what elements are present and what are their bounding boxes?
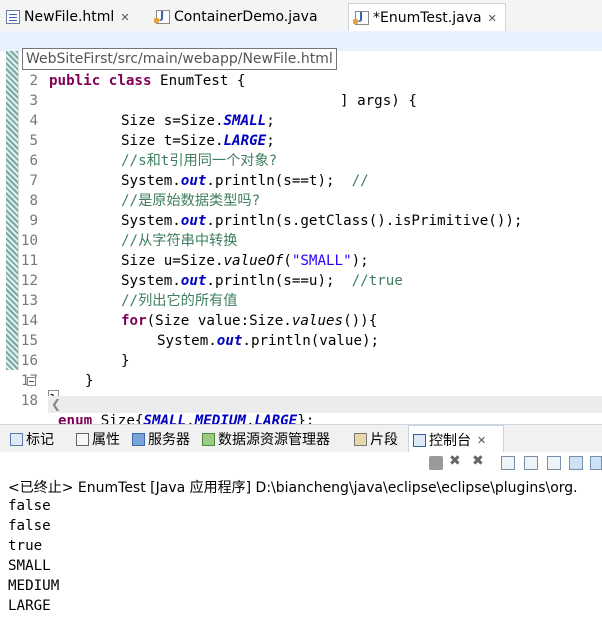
horizontal-scrollbar[interactable]: ❮ [48,396,602,413]
console-line: false [8,498,51,514]
tab-newfile-html[interactable]: NewFile.html ✕ [0,4,130,30]
close-icon[interactable]: ✕ [477,434,486,447]
scroll-lock-icon[interactable] [524,456,538,470]
snippets-icon [354,432,367,446]
tab-properties[interactable]: 属性 [72,425,120,453]
hover-tooltip: WebSiteFirst/src/main/webapp/NewFile.htm… [22,48,337,70]
view-tab-bar: 标记 属性 服务器 数据源资源管理器 片段 控制台 ✕ [0,424,602,454]
code-line[interactable]: 18 enum Size{SMALL,MEDIUM,LARGE}; [0,371,602,429]
close-icon[interactable]: ✕ [488,12,497,25]
java-file-icon [353,10,369,25]
code-line[interactable]: 16 } [0,331,602,389]
console-icon [413,433,426,447]
tab-containerdemo-java[interactable]: ContainerDemo.java [150,4,318,30]
code-line[interactable]: 4 Size t=Size.LARGE; [0,91,602,149]
markers-icon [10,432,23,446]
fold-toggle-icon[interactable] [27,377,36,386]
terminate-icon[interactable] [429,456,443,470]
close-icon[interactable]: ✕ [120,11,129,24]
code-line[interactable]: 17 } [0,351,602,412]
tab-servers[interactable]: 服务器 [128,425,190,453]
code-line[interactable]: 8 System.out.println(s.getClass().isPrim… [0,171,602,229]
data-source-icon [202,432,215,446]
servers-icon [132,432,145,446]
code-line[interactable]: 11 System.out.println(s==u); //true [0,231,602,289]
code-line[interactable]: 12 //列出它的所有值 [0,251,602,309]
tab-label: *EnumTest.java [373,10,482,26]
remove-all-terminated-icon[interactable]: ✖ [472,453,486,469]
tab-enumtest-java[interactable]: *EnumTest.java ✕ [348,3,506,32]
editor-tab-bar: NewFile.html ✕ ContainerDemo.java *EnumT… [0,0,602,32]
properties-icon [76,432,89,446]
console-toolbar: ✖ ✖ [0,452,602,474]
html-file-icon [6,10,20,24]
tab-data-source-explorer[interactable]: 数据源资源管理器 [198,425,330,453]
tab-markers[interactable]: 标记 [6,425,54,453]
code-line[interactable]: 10 Size u=Size.valueOf("SMALL"); [0,211,602,269]
code-line[interactable]: 5 //s和t引用同一个对象? [0,111,602,169]
console-line: SMALL [8,558,51,574]
java-file-icon [154,9,170,24]
code-line[interactable]: 14 System.out.println(value); [0,291,602,349]
show-console-on-output-icon[interactable] [569,456,583,470]
console-status-header: <已终止> EnumTest [Java 应用程序] D:\biancheng\… [8,480,578,496]
word-wrap-icon[interactable] [547,456,561,470]
clear-console-icon[interactable] [501,456,515,470]
console-line: true [8,538,43,554]
scroll-left-icon[interactable]: ❮ [51,397,61,411]
code-line[interactable]: 3 Size s=Size.SMALL; [0,71,602,129]
console-line: false [8,518,51,534]
show-console-on-error-icon[interactable] [590,456,602,470]
tab-label: ContainerDemo.java [174,9,318,25]
code-line[interactable]: 15 } [0,311,602,369]
console-line: LARGE [8,598,51,614]
code-line[interactable]: 6 System.out.println(s==t); // [0,131,602,189]
tab-console[interactable]: 控制台 ✕ [408,425,504,454]
code-line[interactable]: 9 //从字符串中转换 [0,191,602,249]
remove-launch-icon[interactable]: ✖ [449,453,463,469]
code-editor[interactable]: 1 public class EnumTest { 2 ] args) { 3 … [0,31,602,429]
tab-label: NewFile.html [24,9,115,25]
tab-snippets[interactable]: 片段 [350,425,398,453]
code-line[interactable]: 13 for(Size value:Size.values()){ [0,271,602,329]
code-line[interactable]: 7 //是原始数据类型吗? [0,151,602,209]
console-output[interactable]: <已终止> EnumTest [Java 应用程序] D:\biancheng\… [0,474,602,621]
console-line: MEDIUM [8,578,60,594]
